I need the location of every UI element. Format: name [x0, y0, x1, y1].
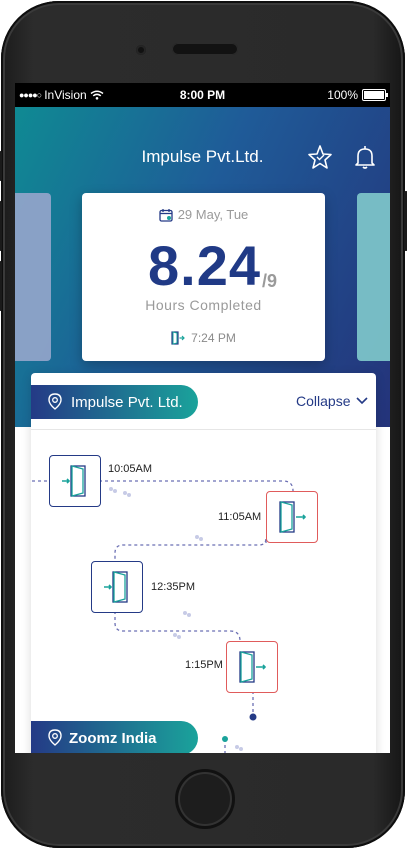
- checkout-entry-box[interactable]: [226, 641, 278, 693]
- checkin-entry-box[interactable]: [91, 561, 143, 613]
- front-camera: [136, 45, 146, 55]
- phone-frame: ●●●●○ InVision 8:00 PM 100% Impulse Pvt.…: [0, 1, 407, 848]
- location-pin-icon: [48, 729, 62, 746]
- door-checkin-icon: [104, 571, 128, 603]
- volume-down-button: [0, 261, 2, 311]
- earpiece-speaker: [172, 43, 238, 55]
- door-checkout-icon: [279, 501, 306, 533]
- home-button[interactable]: [175, 769, 235, 829]
- entry-time: 12:35PM: [151, 581, 196, 593]
- door-checkout-icon: [239, 651, 266, 683]
- entry-time: 1:15PM: [185, 659, 223, 671]
- entry-time: 10:05AM: [108, 463, 153, 475]
- door-checkin-icon: [62, 465, 86, 497]
- app-screen: ●●●●○ InVision 8:00 PM 100% Impulse Pvt.…: [15, 83, 390, 753]
- entry-time: 11:05AM: [218, 511, 262, 523]
- volume-up-button: [0, 201, 2, 251]
- site-pill-zoomz[interactable]: Zoomz India: [31, 721, 198, 753]
- checkout-entry-box[interactable]: [266, 491, 318, 543]
- site-name: Zoomz India: [69, 729, 157, 747]
- checkin-entry-box[interactable]: [49, 455, 101, 507]
- mute-switch: [0, 151, 2, 181]
- timeline-connector: [32, 480, 294, 753]
